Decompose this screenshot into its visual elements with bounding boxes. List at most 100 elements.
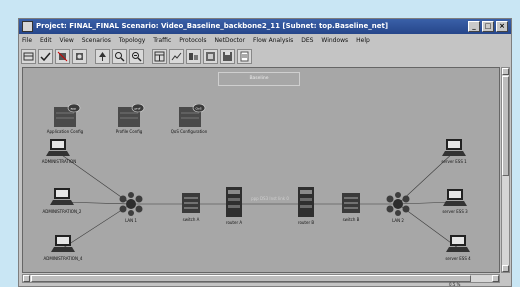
- switch-icon: [182, 193, 200, 213]
- fail-node-icon: [57, 51, 68, 61]
- close-button[interactable]: ×: [496, 21, 508, 32]
- hub-label: LAN 1: [125, 218, 137, 223]
- workstation-icon: [442, 139, 466, 156]
- lan-hub-node[interactable]: [385, 192, 411, 220]
- menu-flow-analysis[interactable]: Flow Analysis: [253, 37, 293, 44]
- horizontal-scrollbar[interactable]: [22, 274, 500, 283]
- application-config-node[interactable]: app: [53, 103, 81, 132]
- zoom-out-button[interactable]: [129, 48, 144, 64]
- zoom-in-icon: [115, 51, 125, 61]
- menu-topology[interactable]: Topology: [119, 37, 146, 44]
- workstation-icon: [51, 235, 75, 252]
- config-badge: app: [71, 107, 77, 111]
- qos-configuration-label: QoS Configuration: [170, 129, 208, 134]
- scroll-up-button[interactable]: [502, 68, 509, 75]
- recover-node-button[interactable]: [72, 48, 87, 64]
- hide-graphs-icon: [189, 52, 198, 60]
- menu-windows[interactable]: Windows: [321, 37, 348, 44]
- network-canvas[interactable]: Baseline app Application Config prof Pro…: [22, 67, 500, 273]
- hide-graphs-button[interactable]: [186, 48, 201, 64]
- zoom-out-icon: [132, 51, 142, 61]
- server-label: server ESS 1: [441, 159, 467, 164]
- toolbar: [21, 47, 252, 65]
- zoom-fit-button[interactable]: [95, 48, 110, 64]
- router-node[interactable]: [296, 186, 316, 222]
- server-label: server ESS 4: [445, 256, 471, 261]
- view-web-report-button[interactable]: [203, 48, 218, 64]
- workstation-icon: [46, 139, 70, 156]
- router-node[interactable]: [224, 186, 244, 222]
- scroll-left-button[interactable]: [23, 275, 30, 282]
- vertical-scroll-thumb[interactable]: [502, 76, 509, 176]
- workstation-icon: [50, 188, 74, 205]
- save-icon: [223, 51, 232, 61]
- switch-icon: [342, 193, 360, 213]
- zoom-fit-icon: [99, 51, 106, 61]
- menu-help[interactable]: Help: [356, 37, 370, 44]
- check-link-consistency-button[interactable]: [38, 48, 53, 64]
- view-results-icon: [171, 52, 182, 60]
- menu-view[interactable]: View: [60, 37, 74, 44]
- switch-label: switch A: [182, 217, 200, 222]
- menu-protocols[interactable]: Protocols: [179, 37, 206, 44]
- client-workstation-node[interactable]: [49, 187, 75, 211]
- profile-config-node[interactable]: prof: [117, 103, 145, 132]
- menu-scenarios[interactable]: Scenarios: [82, 37, 111, 44]
- menu-edit[interactable]: Edit: [40, 37, 52, 44]
- link-label: ppp DS3 Inst link 0: [251, 196, 289, 201]
- title-bar[interactable]: Project: FINAL_FINAL Scenario: Video_Bas…: [19, 19, 511, 34]
- configure-discrete-event-simulation-icon: [154, 51, 165, 61]
- server-label: server ESS 3: [442, 209, 468, 214]
- lan-hub-node[interactable]: [118, 192, 144, 220]
- menu-traffic[interactable]: Traffic: [153, 37, 171, 44]
- open-object-palette-button[interactable]: [21, 48, 36, 64]
- maximize-button[interactable]: □: [482, 21, 494, 32]
- scroll-right-button[interactable]: [492, 275, 499, 282]
- window-controls: _ □ ×: [468, 21, 508, 32]
- router-icon: [298, 187, 314, 217]
- menu-file[interactable]: File: [22, 37, 32, 44]
- view-results-button[interactable]: [169, 48, 184, 64]
- vertical-scrollbar[interactable]: [501, 67, 510, 273]
- config-badge: prof: [135, 107, 142, 111]
- save-button[interactable]: [220, 48, 235, 64]
- zoom-in-button[interactable]: [112, 48, 127, 64]
- hub-icon: [119, 192, 143, 216]
- menu-des[interactable]: DES: [301, 37, 313, 44]
- client-workstation-node[interactable]: [50, 234, 76, 258]
- workstation-icon: [446, 235, 470, 252]
- zoom-readout: 0.5 %: [449, 282, 461, 287]
- config-badge: QoS: [196, 107, 202, 111]
- log-button[interactable]: [237, 48, 252, 64]
- switch-node[interactable]: [341, 192, 361, 218]
- router-icon: [226, 187, 242, 217]
- topology-links: [58, 151, 459, 249]
- window-title: Project: FINAL_FINAL Scenario: Video_Bas…: [36, 22, 389, 30]
- workstation-icon: [443, 189, 467, 206]
- menu-netdoctor[interactable]: NetDoctor: [214, 37, 245, 44]
- app-icon: [22, 21, 33, 32]
- fail-node-button[interactable]: [55, 48, 70, 64]
- minimize-button[interactable]: _: [468, 21, 480, 32]
- router-label: router A: [225, 220, 243, 225]
- config-object-icon: prof: [118, 103, 145, 127]
- server-workstation-node[interactable]: [445, 234, 471, 258]
- profile-config-label: Profile Config: [115, 129, 143, 134]
- log-icon: [240, 51, 249, 61]
- router-label: router B: [297, 220, 315, 225]
- switch-label: switch B: [342, 217, 360, 222]
- config-object-icon: QoS: [179, 103, 206, 127]
- application-config-label: Application Config: [46, 129, 84, 134]
- switch-node[interactable]: [181, 192, 201, 218]
- menu-bar: File Edit View Scenarios Topology Traffi…: [19, 35, 511, 46]
- horizontal-scroll-thumb[interactable]: [31, 275, 471, 282]
- configure-simulation-button[interactable]: [152, 48, 167, 64]
- scroll-down-button[interactable]: [502, 265, 509, 272]
- qos-configuration-node[interactable]: QoS: [178, 103, 206, 132]
- check-link-consistency-icon: [40, 52, 51, 61]
- hub-label: LAN 2: [392, 218, 404, 223]
- client-label: ADMINISTRATION_2: [42, 209, 82, 214]
- open-object-palette-icon: [23, 52, 34, 60]
- app-window: Project: FINAL_FINAL Scenario: Video_Bas…: [18, 18, 512, 287]
- recover-node-icon: [76, 52, 83, 60]
